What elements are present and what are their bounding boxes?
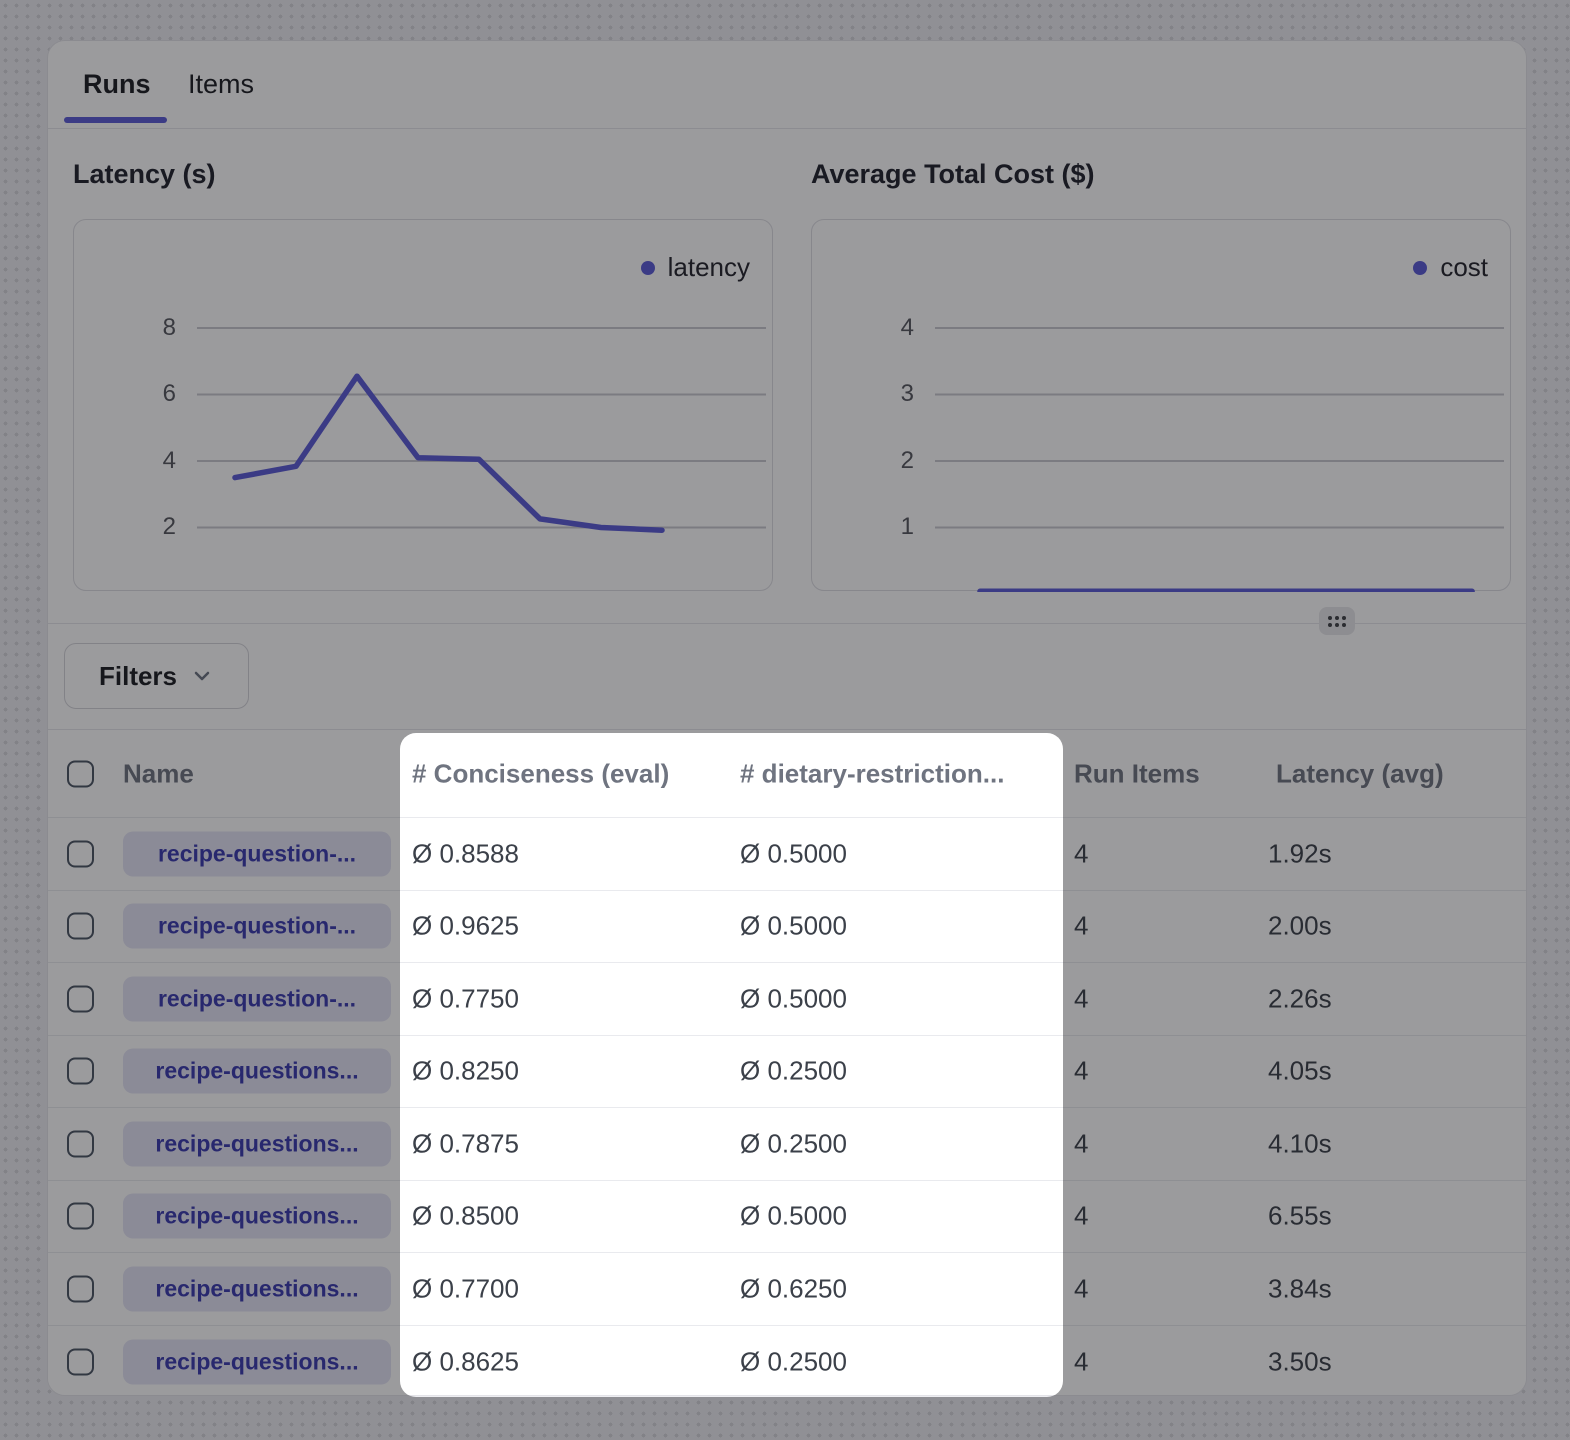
latency-avg-cell: 3.84s xyxy=(1268,1273,1332,1304)
latency-avg-cell: 3.50s xyxy=(1268,1346,1332,1377)
latency-chart: 8 6 4 2 latency xyxy=(73,219,773,591)
table-row[interactable]: recipe-questions... Ø 0.8250 Ø 0.2500 4 … xyxy=(48,1036,1526,1109)
conciseness-score-cell: Ø 0.7875 xyxy=(412,1128,519,1159)
y-tick-label: 1 xyxy=(840,513,914,541)
dietary-restriction-score-cell: Ø 0.5000 xyxy=(740,911,847,942)
run-name-badge[interactable]: recipe-questions... xyxy=(123,1339,391,1384)
filters-button-label: Filters xyxy=(99,661,177,692)
charts-table-divider xyxy=(48,623,1526,624)
run-name-badge[interactable]: recipe-questions... xyxy=(123,1266,391,1311)
row-checkbox[interactable] xyxy=(67,1348,94,1375)
tab-items[interactable]: Items xyxy=(188,69,254,100)
row-checkbox[interactable] xyxy=(67,1203,94,1230)
row-checkbox[interactable] xyxy=(67,1275,94,1302)
filters-button[interactable]: Filters xyxy=(64,643,249,709)
row-checkbox[interactable] xyxy=(67,1130,94,1157)
run-name-badge[interactable]: recipe-questions... xyxy=(123,1121,391,1166)
y-tick-label: 2 xyxy=(102,513,176,541)
latency-avg-cell: 4.05s xyxy=(1268,1056,1332,1087)
runs-panel-card: Runs Items Latency (s) Average Total Cos… xyxy=(47,40,1527,1396)
run-name-badge[interactable]: recipe-questions... xyxy=(123,1194,391,1239)
run-name-badge[interactable]: recipe-question-... xyxy=(123,976,391,1021)
row-checkbox[interactable] xyxy=(67,985,94,1012)
column-header-conciseness: # Conciseness (eval) xyxy=(412,758,669,789)
row-checkbox[interactable] xyxy=(67,840,94,867)
dietary-restriction-score-cell: Ø 0.2500 xyxy=(740,1346,847,1377)
latency-legend: latency xyxy=(641,252,750,283)
row-checkbox[interactable] xyxy=(67,913,94,940)
y-tick-label: 3 xyxy=(840,380,914,408)
conciseness-score-cell: Ø 0.7700 xyxy=(412,1273,519,1304)
run-name-badge[interactable]: recipe-question-... xyxy=(123,831,391,876)
runs-table: Name # Conciseness (eval) # dietary-rest… xyxy=(48,729,1526,1396)
dietary-restriction-score-cell: Ø 0.6250 xyxy=(740,1273,847,1304)
cost-chart: 4 3 2 1 cost xyxy=(811,219,1511,591)
legend-dot-icon xyxy=(641,261,655,275)
y-tick-label: 6 xyxy=(102,380,176,408)
dietary-restriction-score-cell: Ø 0.5000 xyxy=(740,983,847,1014)
run-items-cell: 4 xyxy=(1074,1201,1088,1232)
run-items-cell: 4 xyxy=(1074,1346,1088,1377)
column-header-run-items: Run Items xyxy=(1074,758,1200,789)
active-tab-indicator xyxy=(64,117,167,123)
cost-legend: cost xyxy=(1413,252,1488,283)
run-items-cell: 4 xyxy=(1074,983,1088,1014)
latency-avg-cell: 6.55s xyxy=(1268,1201,1332,1232)
cost-chart-title: Average Total Cost ($) xyxy=(811,159,1095,190)
tabs-divider xyxy=(48,128,1526,129)
dietary-restriction-score-cell: Ø 0.2500 xyxy=(740,1128,847,1159)
conciseness-score-cell: Ø 0.8588 xyxy=(412,838,519,869)
latency-chart-title: Latency (s) xyxy=(73,159,216,190)
latency-avg-cell: 2.26s xyxy=(1268,983,1332,1014)
latency-avg-cell: 1.92s xyxy=(1268,838,1332,869)
select-all-checkbox[interactable] xyxy=(67,760,94,787)
run-items-cell: 4 xyxy=(1074,1273,1088,1304)
column-header-dietary-restriction: # dietary-restriction... xyxy=(740,758,1004,789)
table-row[interactable]: recipe-question-... Ø 0.9625 Ø 0.5000 4 … xyxy=(48,891,1526,964)
latency-avg-cell: 4.10s xyxy=(1268,1128,1332,1159)
tab-runs[interactable]: Runs xyxy=(83,69,151,100)
table-row[interactable]: recipe-questions... Ø 0.7875 Ø 0.2500 4 … xyxy=(48,1108,1526,1181)
table-row[interactable]: recipe-questions... Ø 0.8625 Ø 0.2500 4 … xyxy=(48,1326,1526,1397)
y-tick-label: 8 xyxy=(102,314,176,342)
row-checkbox[interactable] xyxy=(67,1058,94,1085)
latency-line-series xyxy=(235,376,662,530)
grip-dots-icon xyxy=(1328,616,1346,627)
y-tick-label: 4 xyxy=(840,314,914,342)
conciseness-score-cell: Ø 0.8500 xyxy=(412,1201,519,1232)
table-row[interactable]: recipe-question-... Ø 0.7750 Ø 0.5000 4 … xyxy=(48,963,1526,1036)
conciseness-score-cell: Ø 0.7750 xyxy=(412,983,519,1014)
y-tick-label: 2 xyxy=(840,447,914,475)
legend-label: latency xyxy=(668,252,750,283)
legend-label: cost xyxy=(1440,252,1488,283)
resize-drag-handle[interactable] xyxy=(1319,607,1355,635)
dietary-restriction-score-cell: Ø 0.2500 xyxy=(740,1056,847,1087)
run-name-badge[interactable]: recipe-questions... xyxy=(123,1049,391,1094)
run-items-cell: 4 xyxy=(1074,1056,1088,1087)
latency-avg-cell: 2.00s xyxy=(1268,911,1332,942)
dietary-restriction-score-cell: Ø 0.5000 xyxy=(740,1201,847,1232)
table-row[interactable]: recipe-question-... Ø 0.8588 Ø 0.5000 4 … xyxy=(48,818,1526,891)
run-items-cell: 4 xyxy=(1074,911,1088,942)
table-row[interactable]: recipe-questions... Ø 0.8500 Ø 0.5000 4 … xyxy=(48,1181,1526,1254)
table-row[interactable]: recipe-questions... Ø 0.7700 Ø 0.6250 4 … xyxy=(48,1253,1526,1326)
dietary-restriction-score-cell: Ø 0.5000 xyxy=(740,838,847,869)
page-background: Runs Items Latency (s) Average Total Cos… xyxy=(0,0,1570,1440)
run-name-badge[interactable]: recipe-question-... xyxy=(123,904,391,949)
conciseness-score-cell: Ø 0.9625 xyxy=(412,911,519,942)
table-header-row: Name # Conciseness (eval) # dietary-rest… xyxy=(48,730,1526,818)
conciseness-score-cell: Ø 0.8625 xyxy=(412,1346,519,1377)
run-items-cell: 4 xyxy=(1074,838,1088,869)
chevron-down-icon xyxy=(190,664,214,688)
column-header-name: Name xyxy=(123,758,194,789)
legend-dot-icon xyxy=(1413,261,1427,275)
conciseness-score-cell: Ø 0.8250 xyxy=(412,1056,519,1087)
column-header-latency-avg: Latency (avg) xyxy=(1276,758,1444,789)
run-items-cell: 4 xyxy=(1074,1128,1088,1159)
y-tick-label: 4 xyxy=(102,447,176,475)
